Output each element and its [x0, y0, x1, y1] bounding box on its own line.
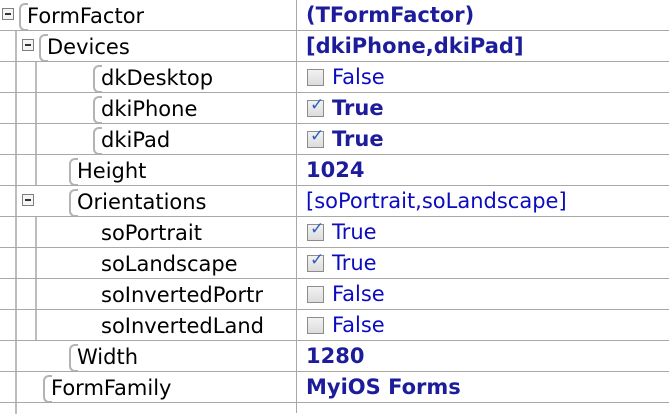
collapse-minus-icon[interactable] [2, 8, 14, 20]
checkbox[interactable]: ✓ [307, 250, 324, 272]
property-name: soPortrait [101, 221, 202, 245]
property-row-soinvertedlandscape[interactable]: soInvertedLand False [0, 310, 669, 341]
property-name: FormFamily [51, 376, 172, 400]
property-row-formfamily[interactable]: FormFamily MyiOS Forms [0, 372, 669, 403]
checkbox[interactable] [307, 286, 324, 303]
property-name: Width [77, 345, 139, 369]
property-name: FormFactor [27, 4, 145, 28]
property-name: Devices [47, 35, 130, 59]
property-value[interactable]: False [332, 282, 385, 306]
checkmark-icon: ✓ [310, 250, 325, 270]
property-row-solandscape[interactable]: soLandscape ✓ True [0, 248, 669, 279]
property-row-dkiphone[interactable]: dkiPhone ✓ True [0, 93, 669, 124]
checkbox[interactable]: ✓ [307, 95, 324, 117]
checkbox[interactable] [307, 69, 324, 86]
property-row-dkipad[interactable]: dkiPad ✓ True [0, 124, 669, 155]
property-name: soLandscape [101, 252, 238, 276]
collapse-minus-icon[interactable] [22, 39, 34, 51]
property-name: Height [77, 159, 147, 183]
property-row-soportrait[interactable]: soPortrait ✓ True [0, 217, 669, 248]
property-row-height[interactable]: Height 1024 [0, 155, 669, 186]
property-value[interactable]: True [332, 220, 377, 244]
property-value[interactable]: True [332, 127, 384, 151]
property-row-soinvertedportrait[interactable]: soInvertedPortr False [0, 279, 669, 310]
checkmark-icon: ✓ [310, 219, 325, 239]
property-row-formfactor[interactable]: FormFactor (TFormFactor) [0, 0, 669, 31]
property-name: dkiPhone [101, 97, 198, 121]
property-value[interactable]: [dkiPhone,dkiPad] [306, 34, 524, 58]
property-value[interactable]: 1024 [306, 158, 364, 182]
property-name: dkiPad [101, 128, 171, 152]
property-row-width[interactable]: Width 1280 [0, 341, 669, 372]
checkbox[interactable]: ✓ [307, 126, 324, 148]
checkbox[interactable]: ✓ [307, 219, 324, 241]
checkmark-icon: ✓ [310, 95, 325, 115]
property-name: dkDesktop [101, 66, 214, 90]
collapse-minus-icon[interactable] [22, 194, 34, 206]
property-value[interactable]: (TFormFactor) [306, 3, 474, 27]
checkmark-icon: ✓ [310, 126, 325, 146]
property-value[interactable]: 1280 [306, 344, 364, 368]
property-name: soInvertedLand [101, 314, 264, 338]
property-value[interactable]: True [332, 96, 384, 120]
property-name: soInvertedPortr [101, 283, 264, 307]
property-value[interactable]: False [332, 65, 385, 89]
property-value[interactable]: False [332, 313, 385, 337]
property-name: Orientations [77, 190, 207, 214]
property-value[interactable]: MyiOS Forms [306, 375, 461, 399]
object-inspector: FormFactor (TFormFactor) Devices [dkiPho… [0, 0, 669, 414]
checkbox[interactable] [307, 317, 324, 334]
property-row-orientations[interactable]: Orientations [soPortrait,soLandscape] [0, 186, 669, 217]
property-value[interactable]: [soPortrait,soLandscape] [306, 189, 567, 213]
property-row-devices[interactable]: Devices [dkiPhone,dkiPad] [0, 31, 669, 62]
property-row-dkdesktop[interactable]: dkDesktop False [0, 62, 669, 93]
property-value[interactable]: True [332, 251, 377, 275]
